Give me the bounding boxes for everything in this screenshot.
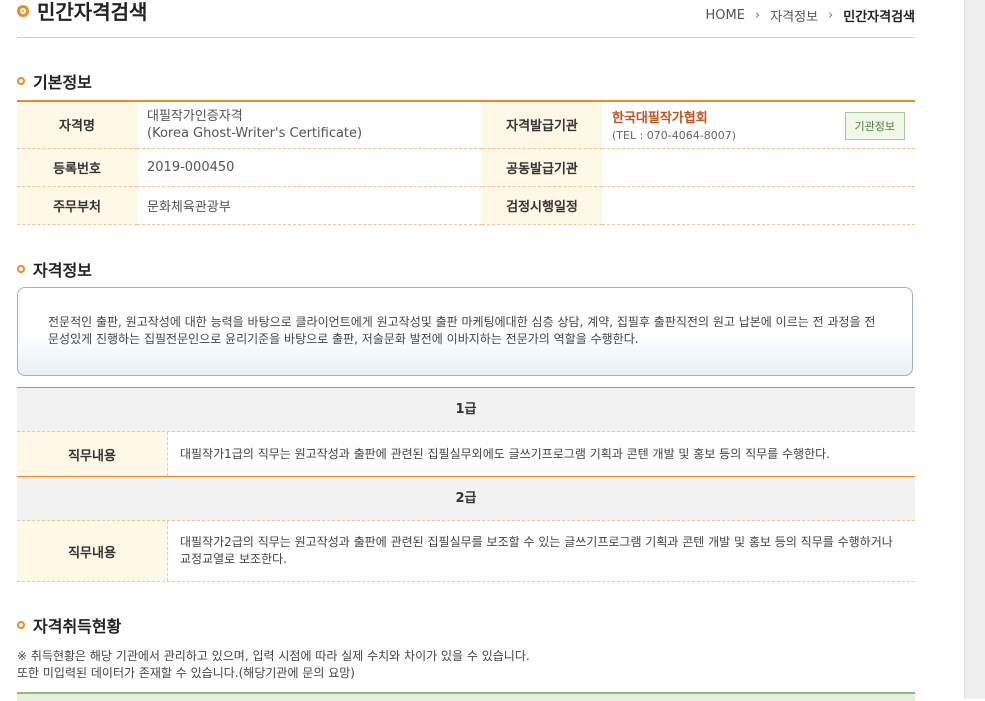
name-value-korean: 대필작가인증자격 (147, 108, 243, 124)
note-line-2: 또한 미입력된 데이터가 존재할 수 있습니다.(해당기관에 문의 요망) (17, 666, 355, 680)
name-label: 자격명 (17, 101, 137, 149)
note-line-1: ※ 취득현황은 해당 기관에서 관리하고 있으며, 입력 시점에 따라 실제 수… (17, 649, 530, 663)
grade-1-label: 직무내용 (17, 432, 168, 476)
issuer-value: 한국대필작가협회 (TEL : 070-4064-8007) 기관정보 (602, 101, 915, 149)
grade-2-label: 직무내용 (17, 521, 168, 581)
grade-1-content: 대필작가1급의 직무는 원고작성과 출판에 관련된 집필실무외에도 글쓰기프로그… (180, 446, 830, 461)
section-bullet-icon (17, 77, 25, 85)
page-header: 민간자격검색 HOME › 자격정보 › 민간자격검색 (17, 0, 915, 38)
scrollbar-track[interactable] (964, 0, 985, 699)
section-title-basic: 기본정보 (17, 69, 92, 93)
page-title-text: 민간자격검색 (37, 0, 148, 24)
section-title-qualification-text: 자격정보 (33, 261, 92, 280)
ministry-value: 문화체육관광부 (137, 186, 482, 225)
grade-2-content: 대필작가2급의 직무는 원고작성과 출판에 관련된 집필실무를 보조할 수 있는… (180, 535, 893, 566)
co-issuer-label: 공동발급기관 (482, 148, 602, 187)
chevron-right-icon: › (828, 8, 834, 23)
breadcrumb-qualification[interactable]: 자격정보 (770, 6, 818, 25)
grade-1-header: 1급 (17, 387, 915, 432)
name-value-english: (Korea Ghost-Writer's Certificate) (147, 125, 363, 141)
page-title: 민간자격검색 (17, 0, 147, 25)
grade-2-table: 2급 직무내용 대필작가2급의 직무는 원고작성과 출판에 관련된 집필실무를 … (17, 476, 915, 582)
exam-label: 검정시행일정 (482, 186, 602, 225)
grade-2-header: 2급 (17, 476, 915, 521)
section-title-qualification: 자격정보 (17, 257, 92, 281)
section-bullet-icon (17, 265, 25, 273)
description-box: 전문적인 출판, 원고작성에 대한 능력을 바탕으로 클라이언트에게 원고작성및… (17, 287, 913, 376)
section-title-acquisition-text: 자격취득현황 (33, 617, 122, 636)
org-info-button[interactable]: 기관정보 (844, 112, 905, 140)
breadcrumb-current: 민간자격검색 (843, 10, 915, 25)
exam-value (602, 186, 915, 225)
grade-1-row: 직무내용 대필작가1급의 직무는 원고작성과 출판에 관련된 집필실무외에도 글… (17, 432, 915, 477)
issuer-label: 자격발급기관 (482, 101, 602, 149)
basic-info-table: 자격명 대필작가인증자격 (Korea Ghost-Writer's Certi… (17, 100, 915, 225)
breadcrumb: HOME › 자격정보 › 민간자격검색 (706, 6, 915, 25)
section-title-acquisition: 자격취득현황 (17, 613, 121, 637)
grade-2-row: 직무내용 대필작가2급의 직무는 원고작성과 출판에 관련된 집필실무를 보조할… (17, 521, 915, 582)
reg-value: 2019-000450 (137, 148, 482, 187)
title-bullet-icon (17, 4, 29, 17)
co-issuer-value (602, 148, 915, 187)
ministry-label: 주무부처 (17, 186, 137, 225)
acquisition-note: ※ 취득현황은 해당 기관에서 관리하고 있으며, 입력 시점에 따라 실제 수… (17, 648, 530, 682)
section-bullet-icon (17, 621, 25, 629)
grade-1-table: 1급 직무내용 대필작가1급의 직무는 원고작성과 출판에 관련된 집필실무외에… (17, 387, 915, 477)
reg-label: 등록번호 (17, 148, 137, 187)
section-title-basic-text: 기본정보 (33, 73, 92, 92)
breadcrumb-home[interactable]: HOME (706, 8, 745, 23)
acquisition-table-top (17, 692, 915, 701)
chevron-right-icon: › (754, 8, 761, 23)
name-value: 대필작가인증자격 (Korea Ghost-Writer's Certifica… (137, 101, 482, 149)
